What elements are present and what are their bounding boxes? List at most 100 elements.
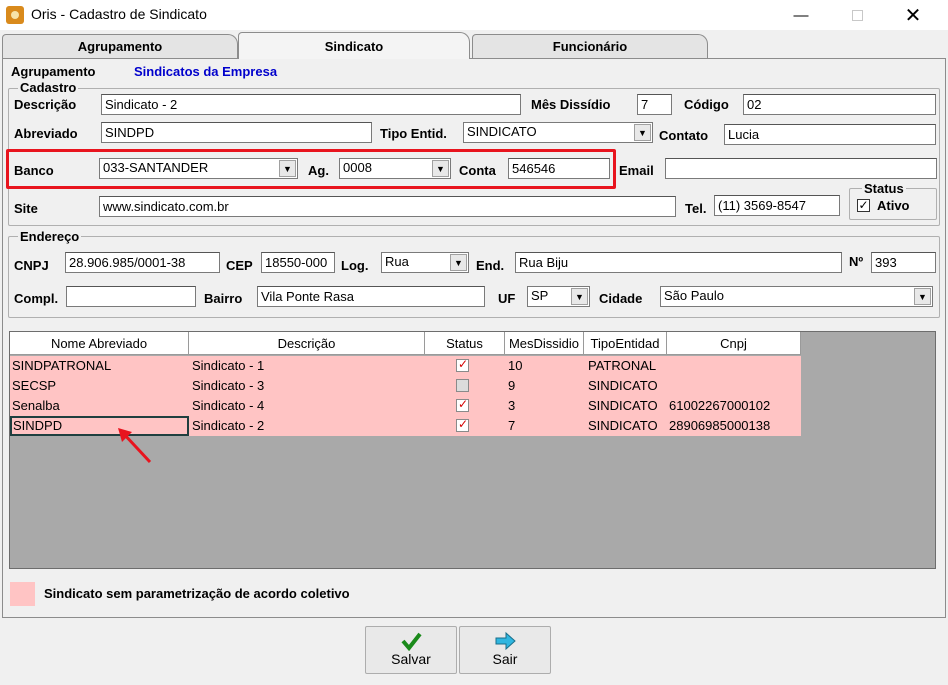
table-row[interactable]: SINDPATRONAL Sindicato - 1 10 PATRONAL bbox=[10, 356, 801, 376]
cell-nome: Senalba bbox=[12, 398, 60, 413]
legend-swatch bbox=[10, 582, 35, 606]
tab-sindicato[interactable]: Sindicato bbox=[238, 32, 470, 59]
tipo-entid-value: SINDICATO bbox=[467, 124, 537, 139]
column-header-cnpj[interactable]: Cnpj bbox=[667, 332, 801, 355]
cell-descricao: Sindicato - 1 bbox=[192, 358, 265, 373]
cell-cnpj: 61002267000102 bbox=[669, 398, 771, 413]
cep-label: CEP bbox=[226, 258, 253, 273]
salvar-button[interactable]: Salvar bbox=[365, 626, 457, 674]
num-field[interactable]: 393 bbox=[871, 252, 936, 273]
column-header-mes[interactable]: MesDissidio bbox=[505, 332, 584, 355]
tel-label: Tel. bbox=[685, 201, 707, 216]
app-icon bbox=[6, 6, 24, 24]
contato-field[interactable]: Lucia bbox=[724, 124, 936, 145]
status-checkbox[interactable] bbox=[456, 417, 469, 432]
cell-tipo: SINDICATO bbox=[588, 378, 658, 393]
email-label: Email bbox=[619, 163, 654, 178]
cell-mes: 3 bbox=[508, 398, 516, 413]
agrupamento-label: Agrupamento bbox=[11, 64, 96, 79]
tab-funcionario[interactable]: Funcionário bbox=[472, 34, 708, 58]
cnpj-field[interactable]: 28.906.985/0001-38 bbox=[65, 252, 220, 273]
cell-mes: 9 bbox=[508, 378, 516, 393]
end-label: End. bbox=[476, 258, 505, 273]
endereco-title: Endereço bbox=[18, 229, 82, 244]
close-button[interactable]: ✕ bbox=[890, 3, 936, 27]
tipo-entid-select[interactable]: SINDICATO ▼ bbox=[463, 122, 653, 143]
ativo-checkbox[interactable]: ✓ bbox=[857, 199, 870, 212]
mes-dissidio-label: Mês Dissídio bbox=[531, 97, 611, 112]
cell-tipo: PATRONAL bbox=[588, 358, 657, 373]
ativo-label: Ativo bbox=[877, 198, 910, 213]
cell-tipo: SINDICATO bbox=[588, 418, 658, 433]
end-field[interactable]: Rua Biju bbox=[515, 252, 842, 273]
cidade-label: Cidade bbox=[599, 291, 643, 306]
status-checkbox[interactable] bbox=[456, 379, 469, 392]
cell-descricao: Sindicato - 4 bbox=[192, 398, 265, 413]
status-checkbox[interactable] bbox=[456, 357, 469, 372]
arrow-right-icon bbox=[495, 631, 516, 651]
window-title: Oris - Cadastro de Sindicato bbox=[31, 6, 207, 22]
cidade-select[interactable]: São Paulo ▼ bbox=[660, 286, 933, 307]
cell-tipo: SINDICATO bbox=[588, 398, 658, 413]
bairro-label: Bairro bbox=[204, 291, 243, 306]
site-field[interactable]: www.sindicato.com.br bbox=[99, 196, 676, 217]
cell-descricao: Sindicato - 3 bbox=[192, 378, 265, 393]
descricao-label: Descrição bbox=[14, 97, 77, 112]
cep-field[interactable]: 18550-000 bbox=[261, 252, 335, 273]
minimize-button[interactable]: — bbox=[778, 3, 824, 27]
cell-nome-selected[interactable]: SINDPD bbox=[10, 416, 189, 436]
tab-agrupamento[interactable]: Agrupamento bbox=[2, 34, 238, 58]
cell-mes: 10 bbox=[508, 358, 523, 373]
sair-button[interactable]: Sair bbox=[459, 626, 551, 674]
maximize-button[interactable] bbox=[834, 3, 880, 27]
status-title: Status bbox=[862, 181, 906, 196]
uf-value: SP bbox=[531, 288, 549, 303]
codigo-field[interactable]: 02 bbox=[743, 94, 936, 115]
minimize-icon: — bbox=[793, 6, 809, 24]
compl-field[interactable] bbox=[66, 286, 196, 307]
agrupamento-value: Sindicatos da Empresa bbox=[134, 64, 278, 79]
uf-select[interactable]: SP ▼ bbox=[527, 286, 590, 307]
chevron-down-icon[interactable]: ▼ bbox=[634, 124, 651, 141]
codigo-label: Código bbox=[684, 97, 729, 112]
site-label: Site bbox=[14, 201, 38, 216]
uf-label: UF bbox=[498, 291, 516, 306]
legend-text: Sindicato sem parametrização de acordo c… bbox=[44, 586, 350, 601]
chevron-down-icon[interactable]: ▼ bbox=[450, 254, 467, 271]
close-icon: ✕ bbox=[904, 4, 922, 27]
abreviado-label: Abreviado bbox=[14, 126, 78, 141]
chevron-down-icon[interactable]: ▼ bbox=[914, 288, 931, 305]
table-row[interactable]: Senalba Sindicato - 4 3 SINDICATO 610022… bbox=[10, 396, 801, 416]
cadastro-title: Cadastro bbox=[18, 80, 79, 95]
chevron-down-icon[interactable]: ▼ bbox=[571, 288, 588, 305]
log-label: Log. bbox=[341, 258, 369, 273]
contato-label: Contato bbox=[659, 128, 709, 143]
column-header-status[interactable]: Status bbox=[425, 332, 505, 355]
log-value: Rua bbox=[385, 254, 409, 269]
column-header-descricao[interactable]: Descrição bbox=[189, 332, 425, 355]
bairro-field[interactable]: Vila Ponte Rasa bbox=[257, 286, 485, 307]
annotation-arrow-icon bbox=[118, 428, 152, 464]
highlight-box bbox=[6, 149, 616, 189]
checkmark-icon bbox=[401, 632, 422, 651]
sair-label: Sair bbox=[492, 651, 518, 667]
salvar-label: Salvar bbox=[391, 651, 431, 667]
cell-cnpj: 28906985000138 bbox=[669, 418, 771, 433]
maximize-icon bbox=[851, 9, 863, 21]
log-select[interactable]: Rua ▼ bbox=[381, 252, 469, 273]
cnpj-label: CNPJ bbox=[14, 258, 49, 273]
mes-dissidio-field[interactable]: 7 bbox=[637, 94, 672, 115]
table-row[interactable]: SECSP Sindicato - 3 9 SINDICATO bbox=[10, 376, 801, 396]
abreviado-field[interactable]: SINDPD bbox=[101, 122, 372, 143]
email-field[interactable] bbox=[665, 158, 937, 179]
tel-field[interactable]: (11) 3569-8547 bbox=[714, 195, 840, 216]
descricao-field[interactable]: Sindicato - 2 bbox=[101, 94, 521, 115]
tipo-entid-label: Tipo Entid. bbox=[380, 126, 447, 141]
cell-mes: 7 bbox=[508, 418, 516, 433]
column-header-nome[interactable]: Nome Abreviado bbox=[10, 332, 189, 355]
cell-nome: SINDPATRONAL bbox=[12, 358, 112, 373]
cidade-value: São Paulo bbox=[664, 288, 724, 303]
status-checkbox[interactable] bbox=[456, 397, 469, 412]
num-label: Nº bbox=[849, 254, 864, 269]
column-header-tipo[interactable]: TipoEntidad bbox=[584, 332, 667, 355]
